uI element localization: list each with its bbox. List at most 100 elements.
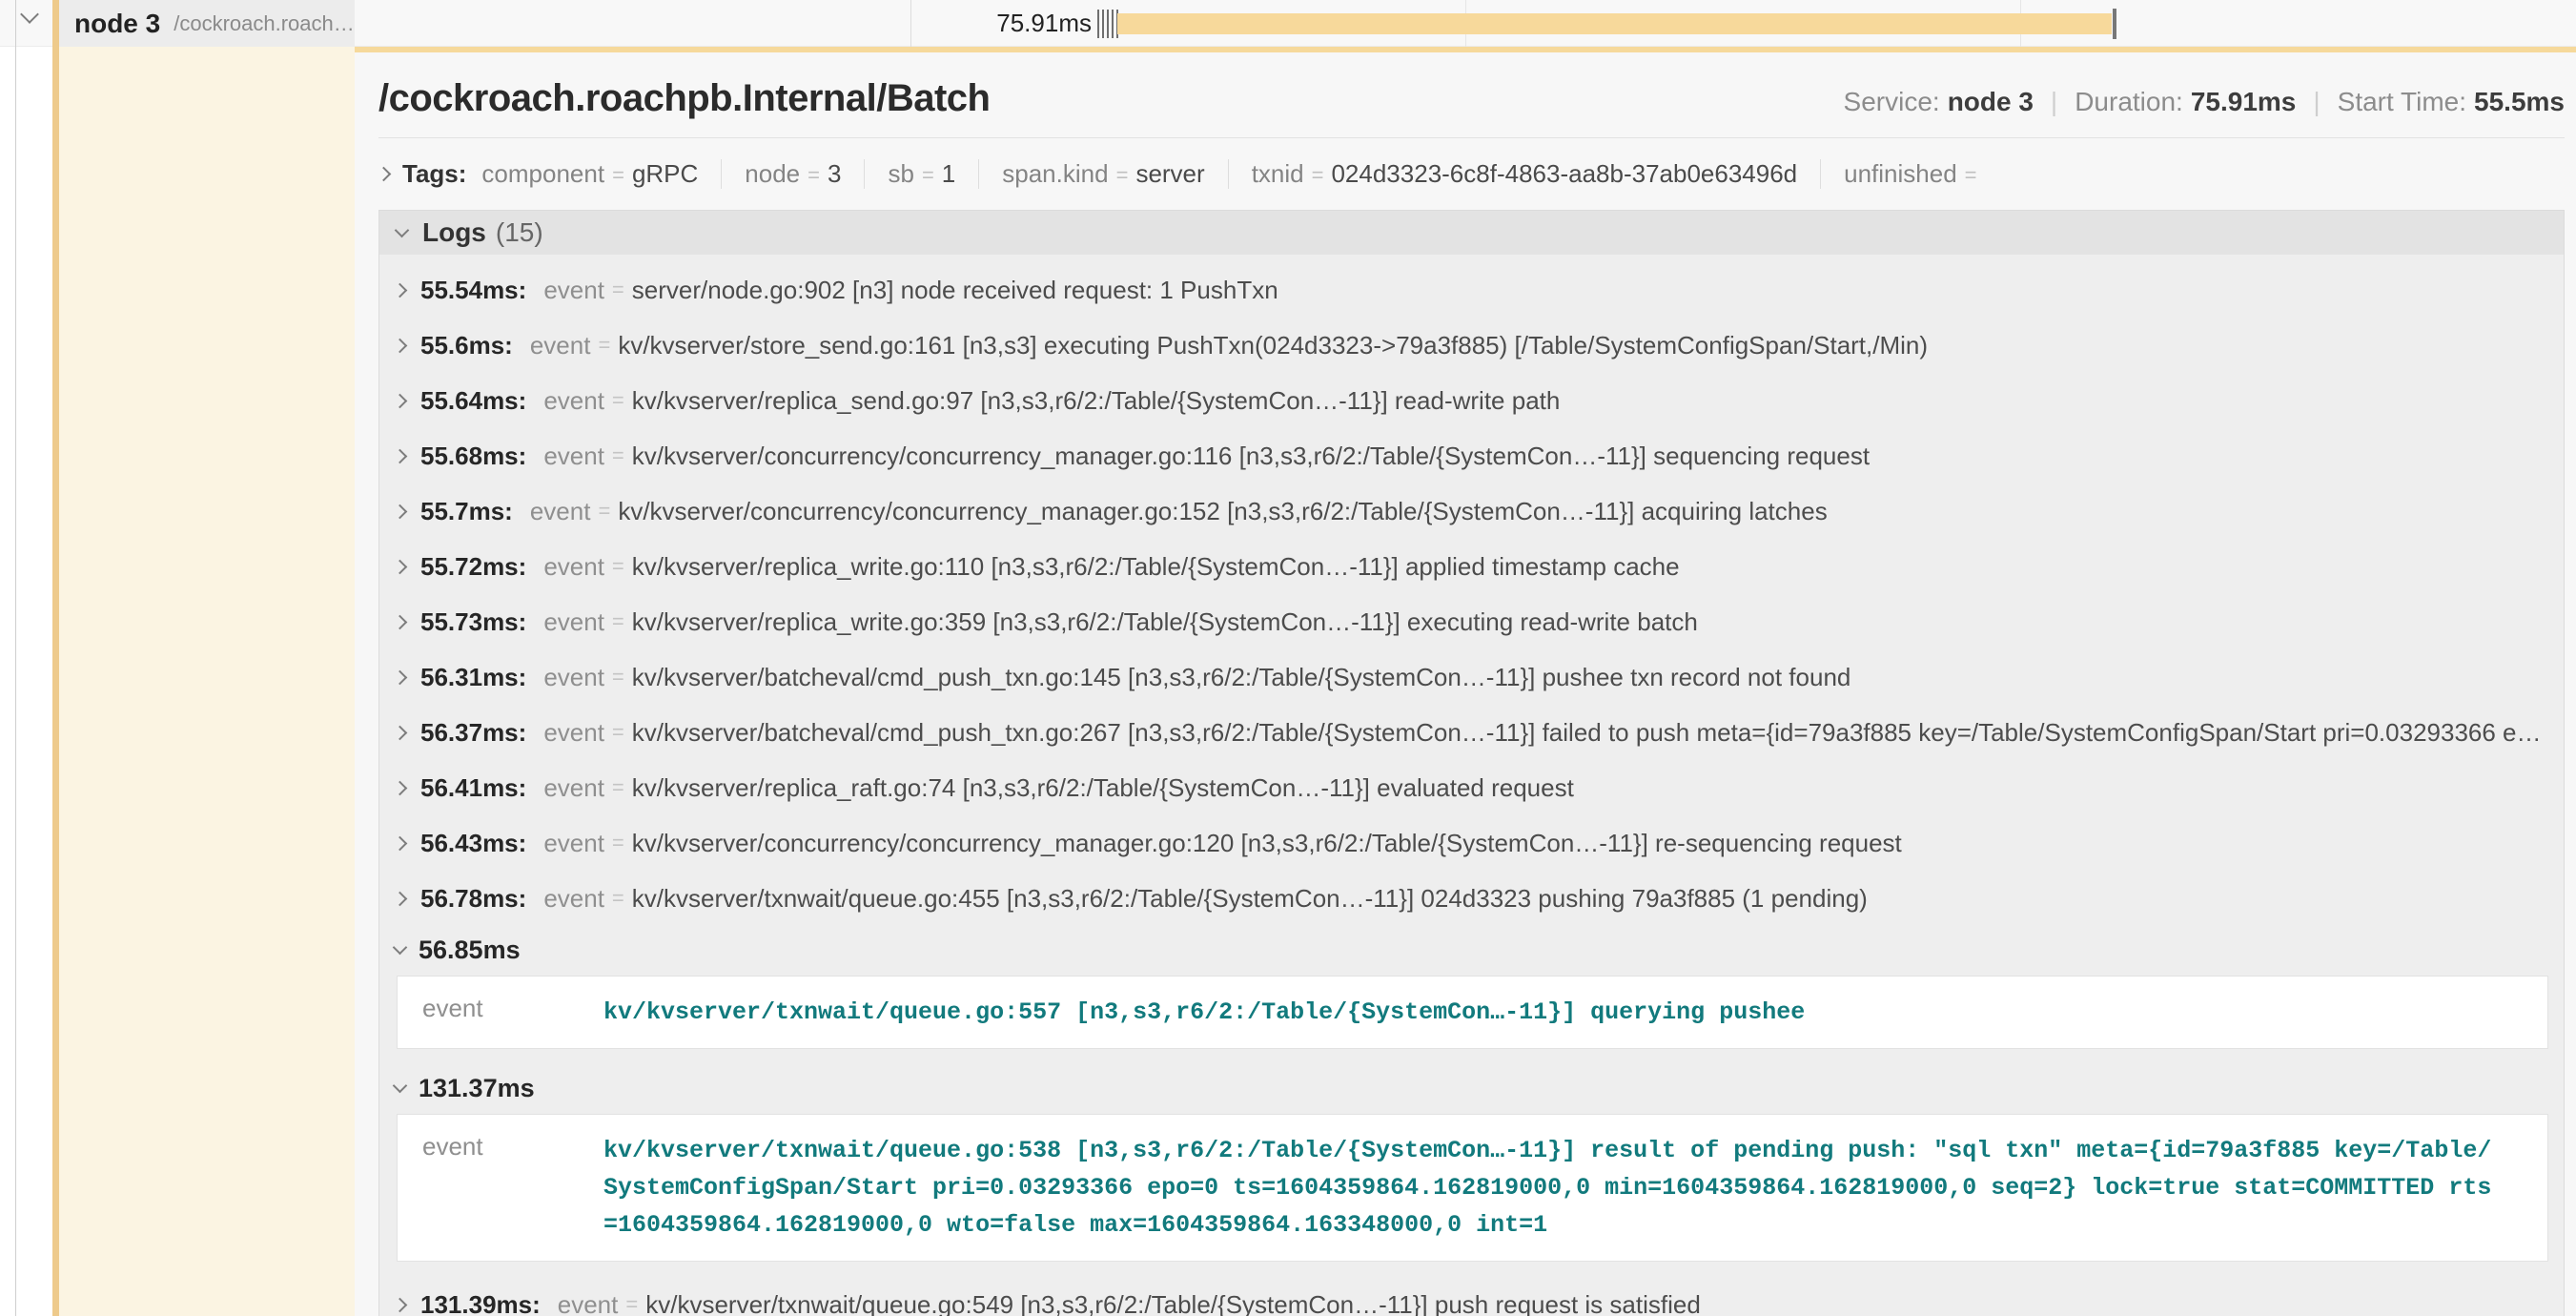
equals-sign: = [808,163,820,188]
log-key: event [558,1290,619,1316]
log-timestamp: 56.43ms: [420,829,526,858]
tag-node: node = 3 [745,159,865,189]
equals-sign: = [612,720,624,745]
log-value: kv/kvserver/batcheval/cmd_push_txn.go:14… [632,663,2550,692]
tag-value: 3 [828,159,841,189]
log-value: kv/kvserver/concurrency/concurrency_mana… [632,829,2550,858]
tag-component: component = gRPC [481,159,722,189]
log-timestamp: 55.64ms: [420,386,526,416]
chevron-down-icon[interactable] [395,222,410,237]
event-value: kv/kvserver/txnwait/queue.go:557 [n3,s3,… [603,994,2505,1031]
equals-sign: = [598,333,610,358]
log-timestamp: 55.68ms: [420,442,526,471]
log-row[interactable]: 55.7ms: event = kv/kvserver/concurrency/… [395,483,2550,539]
log-key: event [543,386,604,416]
log-row-expanded-header[interactable]: 131.37ms [395,1064,2550,1112]
chevron-right-icon[interactable] [393,725,408,740]
tags-section[interactable]: Tags: component = gRPC node = 3 sb = 1 s… [378,159,2565,189]
chevron-right-icon[interactable] [393,559,408,574]
column-divider[interactable] [910,0,911,47]
event-key-label: event [398,994,603,1031]
log-row[interactable]: 56.37ms: event = kv/kvserver/batcheval/c… [395,705,2550,760]
operation-name: /cockroach.roach… [174,11,355,36]
chevron-right-icon[interactable] [393,614,408,629]
logs-title: Logs [422,217,486,248]
log-timestamp: 131.37ms [419,1074,535,1103]
span-duration-label: 75.91ms [953,0,1092,47]
equals-sign: = [922,163,934,188]
event-key-label: event [398,1132,603,1244]
chevron-down-icon[interactable] [393,1078,408,1093]
log-key: event [543,442,604,471]
log-timestamp: 55.6ms: [420,331,513,360]
tag-value: 024d3323-6c8f-4863-aa8b-37ab0e63496d [1331,159,1797,189]
tag-key: txnid [1252,159,1304,189]
chevron-right-icon[interactable] [393,891,408,906]
log-row[interactable]: 55.68ms: event = kv/kvserver/concurrency… [395,428,2550,483]
equals-sign: = [1965,163,1977,188]
left-gutter-divider [15,0,16,1316]
chevron-right-icon[interactable] [393,448,408,463]
chevron-right-icon[interactable] [393,282,408,298]
equals-sign: = [612,278,624,302]
chevron-right-icon[interactable] [393,504,408,519]
logs-section: Logs (15) 55.54ms: event = server/node.g… [378,210,2565,1316]
log-row[interactable]: 56.78ms: event = kv/kvserver/txnwait/que… [395,871,2550,926]
tag-value: gRPC [632,159,698,189]
log-timestamp: 131.39ms: [420,1290,541,1316]
log-key: event [543,552,604,582]
span-name-cell[interactable]: node 3 /cockroach.roach… [59,0,355,47]
logs-count: (15) [496,217,543,248]
log-timestamp: 55.7ms: [420,497,513,526]
log-timestamp: 55.73ms: [420,607,526,637]
logs-header[interactable]: Logs (15) [379,211,2564,255]
tag-txnid: txnid = 024d3323-6c8f-4863-aa8b-37ab0e63… [1252,159,1821,189]
log-row-expanded-header[interactable]: 56.85ms [395,926,2550,974]
span-row: 75.91ms [0,0,2576,47]
log-timestamp: 56.85ms [419,936,521,965]
equals-sign: = [612,554,624,579]
log-row[interactable]: 131.39ms: event = kv/kvserver/txnwait/qu… [395,1277,2550,1316]
log-tick-end [2113,9,2116,39]
span-timeline-bar[interactable] [1117,13,2112,34]
log-row[interactable]: 56.31ms: event = kv/kvserver/batcheval/c… [395,649,2550,705]
chevron-right-icon[interactable] [393,393,408,408]
log-key: event [530,497,591,526]
log-row[interactable]: 55.72ms: event = kv/kvserver/replica_wri… [395,539,2550,594]
duration-label: Duration: [2075,87,2183,117]
log-event-detail: event kv/kvserver/txnwait/queue.go:538 [… [397,1114,2548,1262]
log-row[interactable]: 55.6ms: event = kv/kvserver/store_send.g… [395,318,2550,373]
chevron-right-icon[interactable] [393,780,408,795]
equals-sign: = [625,1292,638,1316]
tag-span-kind: span.kind = server [1002,159,1228,189]
log-row[interactable]: 56.43ms: event = kv/kvserver/concurrency… [395,815,2550,871]
log-key: event [543,607,604,637]
log-value: kv/kvserver/store_send.go:161 [n3,s3] ex… [618,331,2550,360]
equals-sign: = [1116,163,1129,188]
log-value: kv/kvserver/replica_write.go:359 [n3,s3,… [632,607,2550,637]
log-key: event [543,884,604,914]
chevron-right-icon[interactable] [393,669,408,685]
tag-key: node [745,159,800,189]
span-detail-panel: /cockroach.roachpb.Internal/Batch Servic… [355,52,2576,1316]
chevron-down-icon[interactable] [20,5,39,24]
span-meta: Service: node 3 | Duration: 75.91ms | St… [1844,87,2565,117]
log-value: kv/kvserver/txnwait/queue.go:549 [n3,s3,… [645,1290,2550,1316]
duration-value: 75.91ms [2191,87,2297,117]
log-value: kv/kvserver/replica_write.go:110 [n3,s3,… [632,552,2550,582]
chevron-right-icon[interactable] [393,338,408,353]
chevron-right-icon[interactable] [393,835,408,851]
page-title: /cockroach.roachpb.Internal/Batch [378,77,990,120]
log-row[interactable]: 55.64ms: event = kv/kvserver/replica_sen… [395,373,2550,428]
log-list: 55.54ms: event = server/node.go:902 [n3]… [379,255,2564,1316]
log-row[interactable]: 55.73ms: event = kv/kvserver/replica_wri… [395,594,2550,649]
log-row[interactable]: 55.54ms: event = server/node.go:902 [n3]… [395,262,2550,318]
chevron-right-icon[interactable] [377,167,392,182]
trace-view: 75.91ms node 3 /cockroach.roach… /cockro… [0,0,2576,1316]
log-key: event [543,663,604,692]
log-row[interactable]: 56.41ms: event = kv/kvserver/replica_raf… [395,760,2550,815]
log-timestamp: 55.54ms: [420,276,526,305]
chevron-right-icon[interactable] [393,1297,408,1312]
tag-key: span.kind [1002,159,1108,189]
chevron-down-icon[interactable] [393,939,408,955]
